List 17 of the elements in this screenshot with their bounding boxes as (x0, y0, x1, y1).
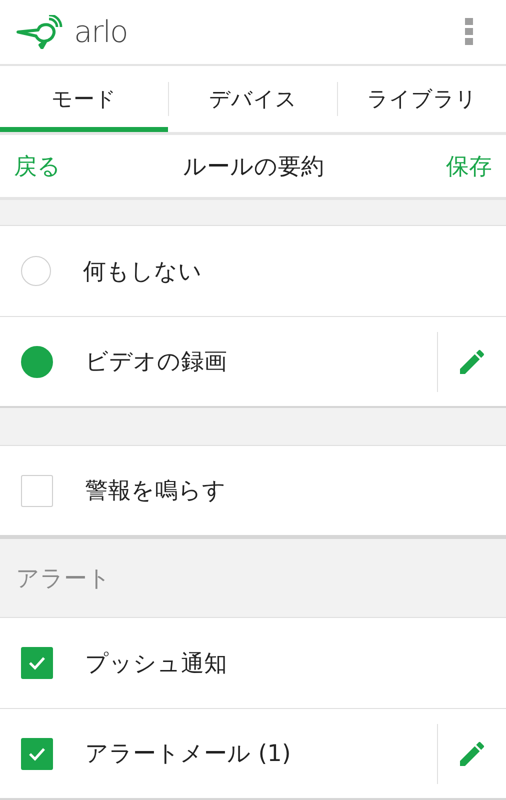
option-label: アラートメール (1) (85, 740, 292, 769)
page-title: ルールの要約 (183, 152, 324, 182)
tab[interactable]: デバイス (169, 66, 337, 132)
checkbox[interactable] (21, 738, 53, 770)
checkbox[interactable] (21, 474, 53, 506)
option-label: 何もしない (83, 258, 203, 286)
more-menu-icon[interactable] (464, 17, 474, 47)
tab[interactable]: ライブラリ (338, 66, 506, 132)
option-label: 警報を鳴らす (85, 477, 227, 506)
radio-button[interactable] (21, 346, 53, 378)
check-icon (28, 656, 46, 670)
option-label: ビデオの録画 (85, 348, 228, 377)
check-icon (28, 746, 46, 760)
radio-button[interactable] (21, 256, 51, 286)
option-label: プッシュ通知 (85, 650, 228, 678)
logo-text: arlo (74, 14, 128, 50)
checkbox[interactable] (21, 647, 53, 679)
